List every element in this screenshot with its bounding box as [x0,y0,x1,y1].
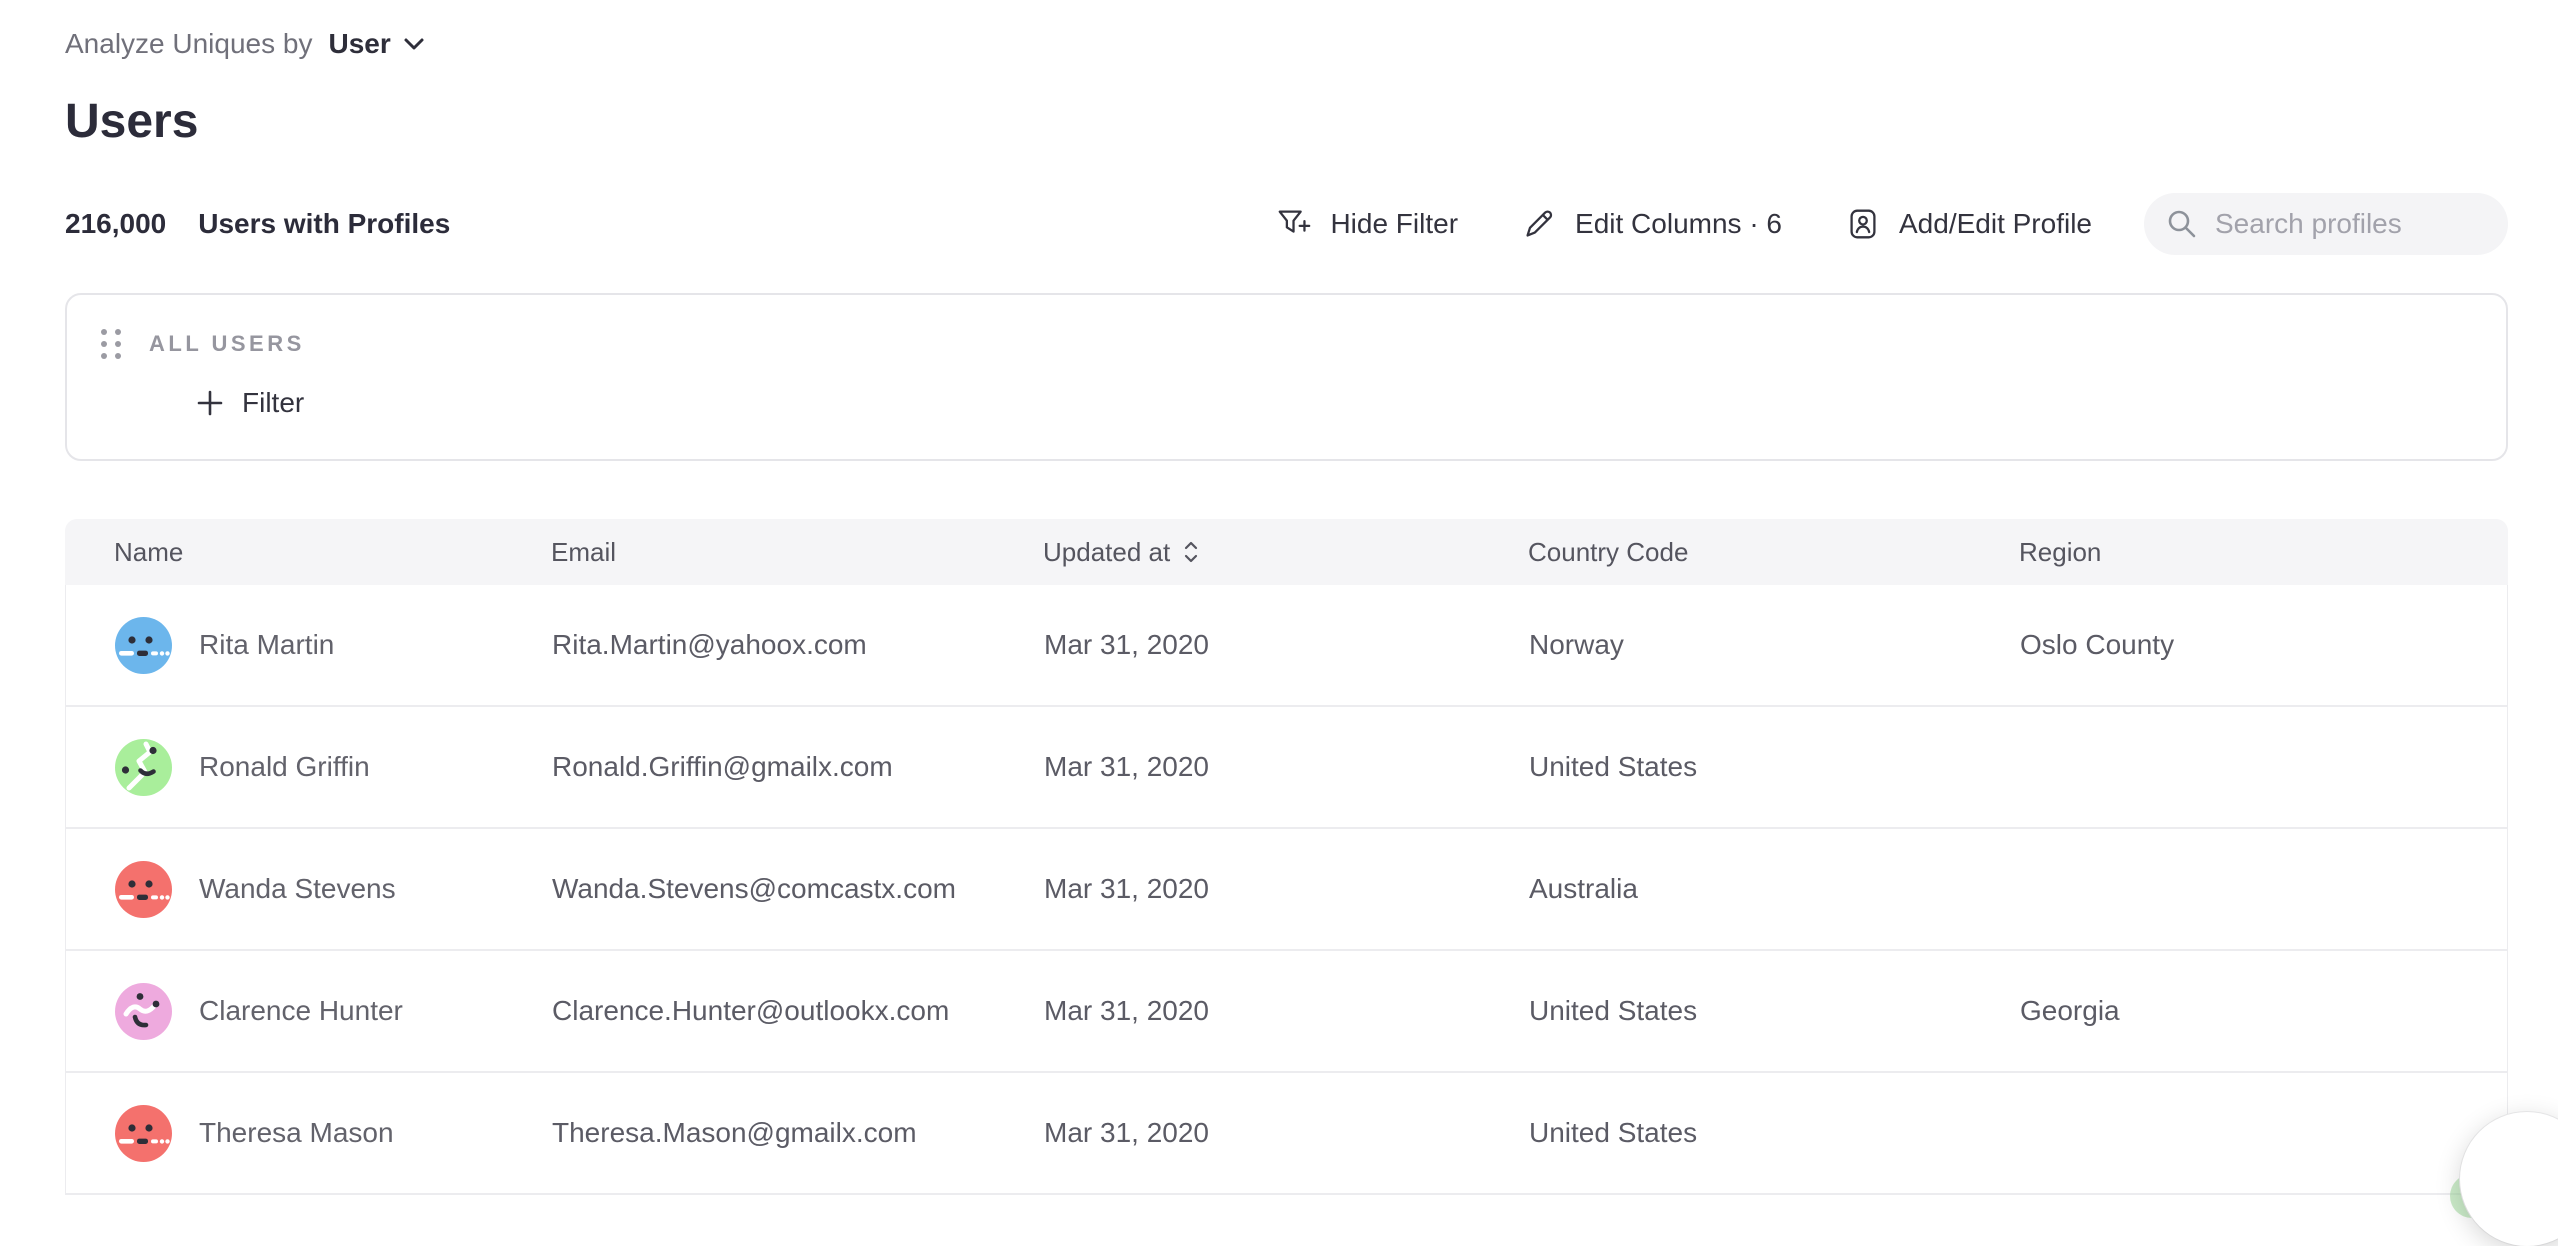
name-cell: Ronald Griffin [66,739,552,796]
user-name: Theresa Mason [199,1117,394,1149]
email-cell: Wanda.Stevens@comcastx.com [552,873,1044,905]
country-code-cell: United States [1529,1117,2020,1149]
avatar [115,861,172,918]
profiles-count-label: Users with Profiles [198,208,450,240]
search-profiles-input[interactable] [2213,207,2486,241]
filter-group-label: ALL USERS [149,331,305,357]
analyze-uniques-value: User [328,28,390,60]
country-code-cell: United States [1529,995,2020,1027]
user-name: Wanda Stevens [199,873,396,905]
profiles-count: 216,000 Users with Profiles [65,208,450,240]
name-cell: Rita Martin [66,617,552,674]
region-cell: Oslo County [2020,629,2507,661]
table-row[interactable]: Theresa Mason Theresa.Mason@gmailx.com M… [66,1073,2507,1195]
edit-columns-button[interactable]: Edit Columns · 6 [1520,205,1782,243]
toolbar: Hide Filter Edit Columns · 6 Add/Edit Pr… [1213,193,2508,255]
table-row[interactable]: Rita Martin Rita.Martin@yahoox.com Mar 3… [66,585,2507,707]
funnel-plus-icon [1275,205,1313,243]
table-header-row: Name Email Updated at Country Code Regio… [65,519,2508,585]
analyze-uniques-row: Analyze Uniques by User [65,28,2508,60]
hide-filter-label: Hide Filter [1330,208,1458,240]
profiles-count-number: 216,000 [65,208,166,240]
email-cell: Ronald.Griffin@gmailx.com [552,751,1044,783]
avatar [115,1105,172,1162]
chevron-down-icon [403,37,425,51]
plus-icon [197,390,223,416]
analyze-uniques-label: Analyze Uniques by [65,28,312,60]
count-toolbar-row: 216,000 Users with Profiles Hide Filter … [65,193,2508,255]
email-cell: Clarence.Hunter@outlookx.com [552,995,1044,1027]
updated-at-cell: Mar 31, 2020 [1044,873,1529,905]
email-cell: Rita.Martin@yahoox.com [552,629,1044,661]
name-cell: Clarence Hunter [66,983,552,1040]
name-cell: Wanda Stevens [66,861,552,918]
table-body: Rita Martin Rita.Martin@yahoox.com Mar 3… [65,585,2508,1195]
country-code-cell: Australia [1529,873,2020,905]
pencil-icon [1520,205,1558,243]
add-filter-button[interactable]: Filter [197,387,304,419]
updated-at-cell: Mar 31, 2020 [1044,629,1529,661]
page-title: Users [65,94,2508,149]
avatar [115,617,172,674]
sort-icon [1182,540,1200,564]
avatar [115,739,172,796]
search-profiles-box[interactable] [2144,193,2508,255]
column-header-updated-at[interactable]: Updated at [1043,537,1528,568]
column-header-name[interactable]: Name [65,537,551,568]
users-table: Name Email Updated at Country Code Regio… [65,519,2508,1195]
name-cell: Theresa Mason [66,1105,552,1162]
analyze-uniques-dropdown[interactable]: User [328,28,424,60]
column-header-region[interactable]: Region [2019,537,2508,568]
users-page: Analyze Uniques by User Users 216,000 Us… [0,0,2558,1195]
updated-at-cell: Mar 31, 2020 [1044,1117,1529,1149]
user-name: Clarence Hunter [199,995,403,1027]
filter-panel: ALL USERS Filter [65,293,2508,461]
avatar [115,983,172,1040]
country-code-cell: United States [1529,751,2020,783]
country-code-cell: Norway [1529,629,2020,661]
table-row[interactable]: Clarence Hunter Clarence.Hunter@outlookx… [66,951,2507,1073]
hide-filter-button[interactable]: Hide Filter [1275,205,1458,243]
region-cell: Georgia [2020,995,2507,1027]
user-name: Rita Martin [199,629,334,661]
table-row[interactable]: Ronald Griffin Ronald.Griffin@gmailx.com… [66,707,2507,829]
add-filter-label: Filter [242,387,304,419]
search-icon [2166,208,2198,240]
table-row[interactable]: Wanda Stevens Wanda.Stevens@comcastx.com… [66,829,2507,951]
updated-at-cell: Mar 31, 2020 [1044,995,1529,1027]
add-edit-profile-button[interactable]: Add/Edit Profile [1844,205,2092,243]
updated-at-cell: Mar 31, 2020 [1044,751,1529,783]
column-header-country-code[interactable]: Country Code [1528,537,2019,568]
column-header-email[interactable]: Email [551,537,1043,568]
profile-card-icon [1844,205,1882,243]
email-cell: Theresa.Mason@gmailx.com [552,1117,1044,1149]
edit-columns-label: Edit Columns · 6 [1575,208,1782,240]
add-edit-profile-label: Add/Edit Profile [1899,208,2092,240]
user-name: Ronald Griffin [199,751,370,783]
drag-handle-icon[interactable] [97,325,125,363]
